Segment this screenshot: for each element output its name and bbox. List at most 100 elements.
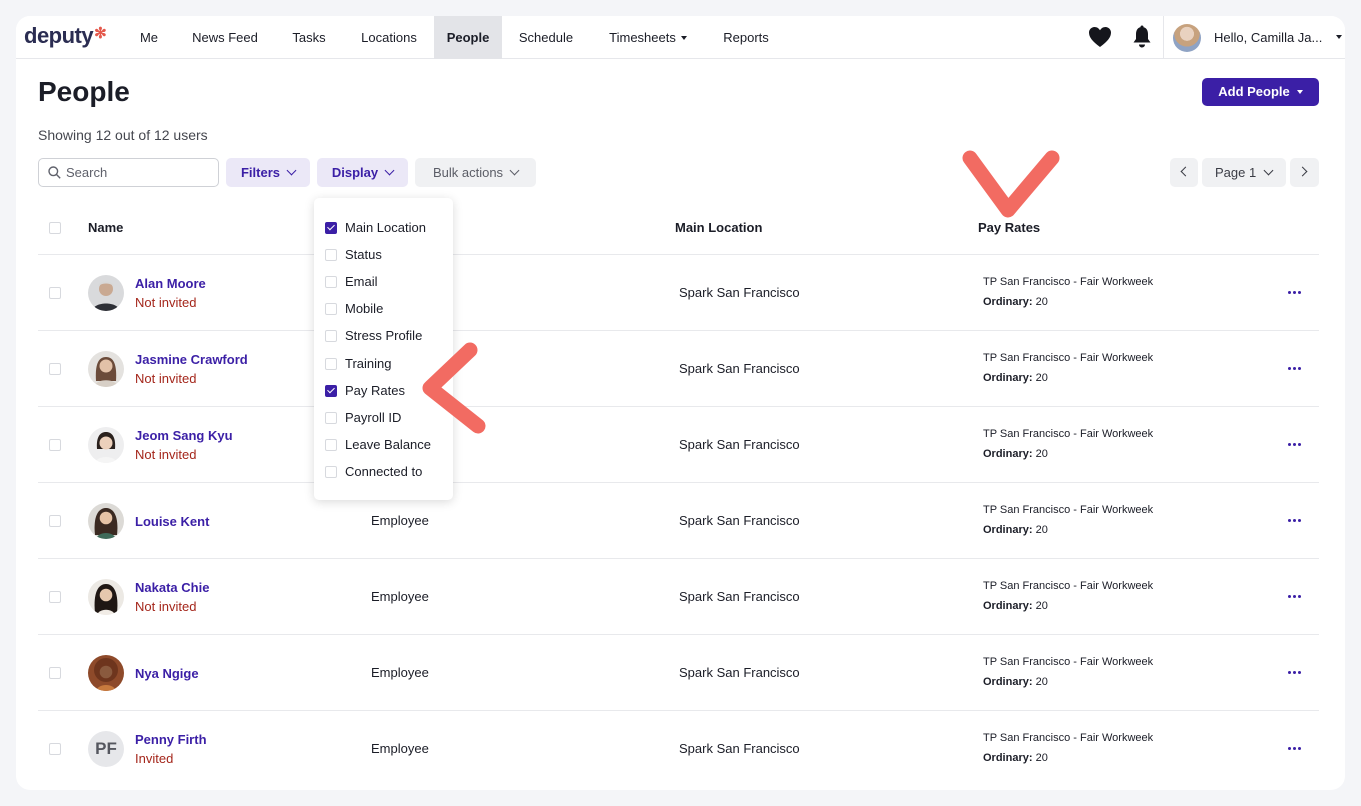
pay-ordinary-label: Ordinary: bbox=[983, 600, 1033, 612]
search-input[interactable] bbox=[66, 159, 216, 186]
person-name[interactable]: Nya Ngige bbox=[135, 666, 199, 681]
table-row[interactable]: Alan Moore Not invited Spark San Francis… bbox=[38, 254, 1319, 330]
checkbox-checked[interactable] bbox=[325, 385, 337, 397]
bulk-actions-button[interactable]: Bulk actions bbox=[415, 158, 536, 187]
pay-rate: TP San Francisco - Fair Workweek bbox=[983, 276, 1154, 288]
page-title: People bbox=[38, 76, 130, 107]
more-actions-icon[interactable] bbox=[1288, 747, 1304, 751]
chevron-right-icon bbox=[1297, 166, 1308, 177]
person-name[interactable]: Alan Moore bbox=[135, 276, 206, 291]
nav-reports[interactable]: Reports bbox=[716, 16, 776, 59]
column-header-main-location[interactable]: Main Location bbox=[675, 220, 762, 235]
row-checkbox[interactable] bbox=[49, 591, 61, 603]
table-row[interactable]: Nakata Chie Not invited Employee Spark S… bbox=[38, 558, 1319, 634]
option-label: Leave Balance bbox=[345, 437, 432, 452]
row-checkbox[interactable] bbox=[49, 439, 61, 451]
checkbox[interactable] bbox=[325, 439, 337, 451]
nav-tasks[interactable]: Tasks bbox=[286, 16, 332, 59]
checkbox[interactable] bbox=[325, 358, 337, 370]
pay-ordinary-label: Ordinary: bbox=[983, 676, 1033, 688]
avatar bbox=[88, 427, 124, 463]
checkbox[interactable] bbox=[325, 412, 337, 424]
user-greeting[interactable]: Hello, Camilla Ja... bbox=[1214, 16, 1322, 59]
row-checkbox[interactable] bbox=[49, 363, 61, 375]
avatar bbox=[88, 579, 124, 615]
option-label: Main Location bbox=[345, 220, 426, 235]
search-icon bbox=[48, 166, 61, 179]
option-label: Connected to bbox=[345, 464, 423, 479]
table-row[interactable]: Louise Kent Employee Spark San Francisco… bbox=[38, 482, 1319, 558]
more-actions-icon[interactable] bbox=[1288, 519, 1304, 523]
pay-ordinary: Ordinary: 20 bbox=[983, 296, 1048, 308]
row-checkbox[interactable] bbox=[49, 287, 61, 299]
checkbox[interactable] bbox=[325, 276, 337, 288]
pay-ordinary-value: 20 bbox=[1035, 752, 1048, 764]
user-menu-caret-icon[interactable] bbox=[1336, 35, 1342, 39]
pay-ordinary-label: Ordinary: bbox=[983, 448, 1033, 460]
caret-down-icon bbox=[680, 35, 687, 40]
nav-people[interactable]: People bbox=[434, 16, 502, 59]
more-actions-icon[interactable] bbox=[1288, 671, 1304, 675]
option-label: Mobile bbox=[345, 301, 384, 316]
prev-page-button[interactable] bbox=[1170, 158, 1198, 187]
more-actions-icon[interactable] bbox=[1288, 291, 1304, 295]
table-row[interactable]: Nya Ngige Employee Spark San Francisco T… bbox=[38, 634, 1319, 710]
bulk-actions-label: Bulk actions bbox=[432, 165, 504, 180]
person-name[interactable]: Penny Firth bbox=[135, 732, 207, 747]
heart-icon[interactable] bbox=[1088, 26, 1112, 48]
checkbox[interactable] bbox=[325, 330, 337, 342]
nav-divider bbox=[1163, 16, 1164, 59]
checkbox-checked[interactable] bbox=[325, 222, 337, 234]
pay-ordinary-label: Ordinary: bbox=[983, 752, 1033, 764]
row-checkbox[interactable] bbox=[49, 515, 61, 527]
more-actions-icon[interactable] bbox=[1288, 595, 1304, 599]
person-name[interactable]: Jeom Sang Kyu bbox=[135, 428, 233, 443]
checkbox[interactable] bbox=[325, 303, 337, 315]
more-actions-icon[interactable] bbox=[1288, 367, 1304, 371]
table-row[interactable]: PF Penny Firth Invited Employee Spark Sa… bbox=[38, 710, 1319, 786]
table-row[interactable]: Jasmine Crawford Not invited Spark San F… bbox=[38, 330, 1319, 406]
column-header-name[interactable]: Name bbox=[88, 220, 123, 235]
pay-ordinary-value: 20 bbox=[1035, 676, 1048, 688]
nav-locations[interactable]: Locations bbox=[350, 16, 428, 59]
person-location: Spark San Francisco bbox=[679, 285, 800, 300]
person-location: Spark San Francisco bbox=[679, 361, 800, 376]
pay-rate: TP San Francisco - Fair Workweek bbox=[983, 732, 1154, 744]
checkbox[interactable] bbox=[325, 249, 337, 261]
pay-ordinary-value: 20 bbox=[1035, 524, 1048, 536]
nav-news-feed[interactable]: News Feed bbox=[184, 16, 266, 59]
option-label: Stress Profile bbox=[345, 328, 423, 343]
person-name[interactable]: Jasmine Crawford bbox=[135, 352, 248, 367]
row-checkbox[interactable] bbox=[49, 667, 61, 679]
person-role: Employee bbox=[371, 665, 429, 680]
checkbox[interactable] bbox=[325, 466, 337, 478]
person-location: Spark San Francisco bbox=[679, 741, 800, 756]
add-people-button[interactable]: Add People bbox=[1202, 78, 1319, 106]
nav-schedule[interactable]: Schedule bbox=[512, 16, 580, 59]
top-nav: deputy ✻ Me News Feed Tasks Locations Peo… bbox=[16, 16, 1345, 59]
select-all-checkbox[interactable] bbox=[49, 222, 61, 234]
pay-ordinary: Ordinary: 20 bbox=[983, 600, 1048, 612]
invite-status: Not invited bbox=[135, 447, 197, 462]
person-name[interactable]: Nakata Chie bbox=[135, 580, 209, 595]
logo-star-icon: ✻ bbox=[94, 25, 107, 42]
person-name[interactable]: Louise Kent bbox=[135, 514, 209, 529]
annotation-arrow-down-icon bbox=[962, 150, 1060, 218]
nav-timesheets[interactable]: Timesheets bbox=[602, 16, 694, 59]
deputy-logo[interactable]: deputy ✻ bbox=[24, 23, 107, 49]
table-row[interactable]: Jeom Sang Kyu Not invited Spark San Fran… bbox=[38, 406, 1319, 482]
search-box[interactable] bbox=[38, 158, 219, 187]
row-checkbox[interactable] bbox=[49, 743, 61, 755]
more-actions-icon[interactable] bbox=[1288, 443, 1304, 447]
page-select[interactable]: Page 1 bbox=[1202, 158, 1286, 187]
user-avatar[interactable] bbox=[1173, 24, 1201, 52]
filters-button[interactable]: Filters bbox=[226, 158, 310, 187]
display-button[interactable]: Display bbox=[317, 158, 408, 187]
nav-me[interactable]: Me bbox=[132, 16, 166, 59]
pay-ordinary-value: 20 bbox=[1035, 448, 1048, 460]
next-page-button[interactable] bbox=[1290, 158, 1319, 187]
option-label: Payroll ID bbox=[345, 410, 402, 425]
pay-ordinary-value: 20 bbox=[1035, 600, 1048, 612]
avatar bbox=[88, 275, 124, 311]
bell-icon[interactable] bbox=[1131, 25, 1153, 49]
